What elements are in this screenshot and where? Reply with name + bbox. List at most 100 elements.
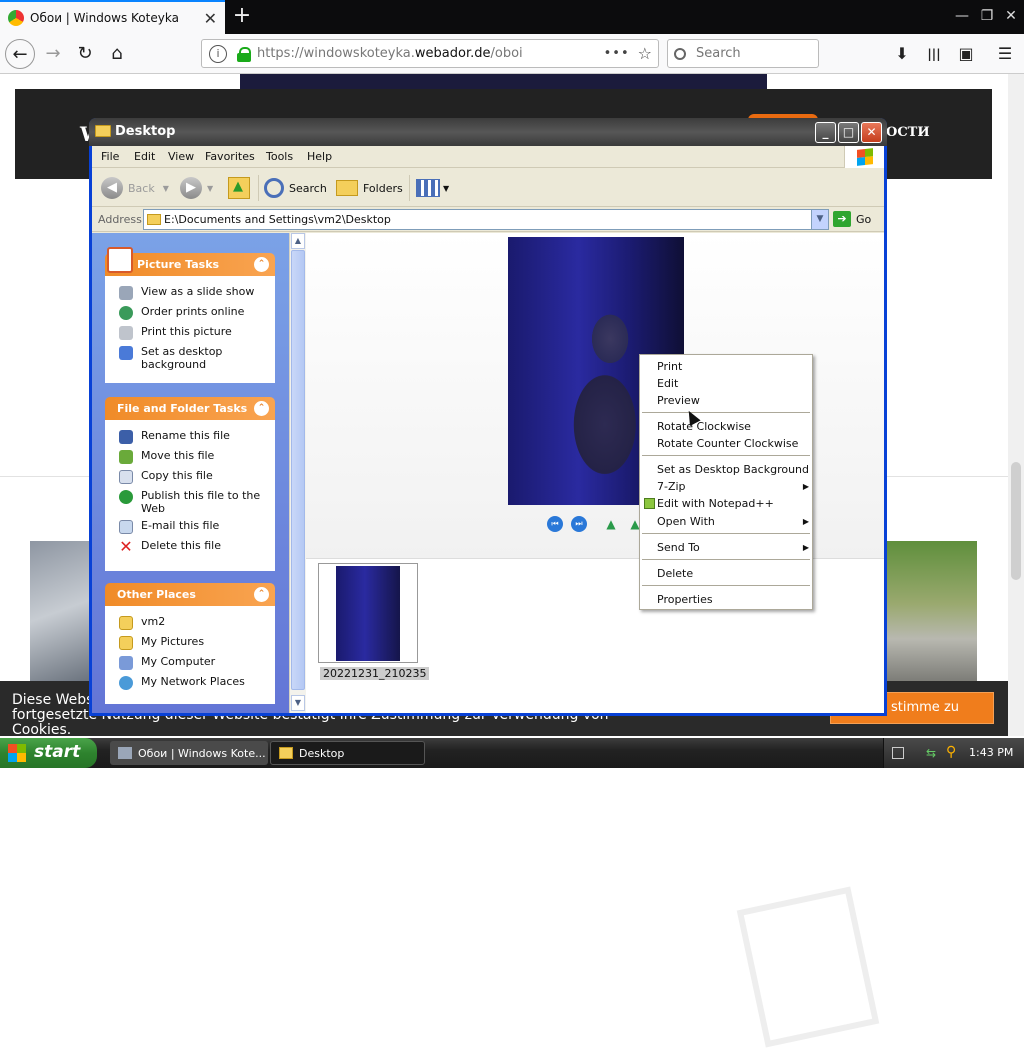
- ctx-separator: [642, 585, 810, 586]
- back-toolbar-button[interactable]: ◀ Back ▼: [101, 175, 169, 201]
- page-scrollbar[interactable]: [1008, 74, 1024, 736]
- site-nav-item[interactable]: ОСТИ: [886, 125, 930, 140]
- other-places-header[interactable]: Other Places ⌃: [105, 583, 275, 606]
- task-email[interactable]: E-mail this file: [106, 517, 274, 537]
- task-order-prints[interactable]: Order prints online: [106, 303, 274, 323]
- ctx-send-to[interactable]: Send To ▶: [657, 539, 809, 556]
- go-button[interactable]: ➔ Go: [833, 211, 871, 227]
- new-tab-button[interactable]: +: [229, 3, 255, 31]
- gallery-image-left[interactable]: [30, 541, 90, 681]
- task-label: Print this picture: [141, 325, 232, 338]
- image-thumbnail[interactable]: [318, 563, 418, 663]
- sidebar-icon[interactable]: ▣: [956, 44, 976, 64]
- collapse-chevron-icon[interactable]: ⌃: [254, 587, 269, 602]
- task-print-picture[interactable]: Print this picture: [106, 323, 274, 343]
- ctx-rotate-clockwise[interactable]: Rotate Clockwise: [657, 418, 807, 435]
- rotate-clockwise-icon[interactable]: ▲: [603, 516, 619, 532]
- ctx-edit[interactable]: Edit: [657, 375, 807, 392]
- next-image-icon[interactable]: ⏭: [571, 516, 587, 532]
- thumbnail-filename[interactable]: 20221231_210235: [320, 667, 430, 680]
- file-folder-tasks-header[interactable]: File and Folder Tasks ⌃: [105, 397, 275, 420]
- task-publish[interactable]: Publish this file to the Web: [106, 487, 274, 517]
- forward-button[interactable]: →: [38, 39, 68, 69]
- hamburger-menu-icon[interactable]: ☰: [995, 44, 1015, 64]
- search-toolbar-button[interactable]: Search: [264, 175, 327, 201]
- ctx-print[interactable]: Print: [657, 358, 807, 375]
- ctx-rotate-counter-clockwise[interactable]: Rotate Counter Clockwise: [657, 435, 807, 452]
- home-button[interactable]: ⌂: [102, 39, 132, 69]
- back-button[interactable]: ←: [5, 39, 35, 69]
- browser-restore-button[interactable]: ❐: [977, 6, 997, 26]
- views-dropdown-icon: ▼: [443, 183, 450, 193]
- picture-tasks-header[interactable]: Picture Tasks ⌃: [105, 247, 275, 276]
- menu-help[interactable]: Help: [307, 150, 332, 163]
- notepadpp-icon: [644, 498, 655, 509]
- address-field[interactable]: E:\Documents and Settings\vm2\Desktop ▼: [143, 209, 829, 230]
- toolbar-separator: [258, 175, 259, 201]
- ctx-7zip[interactable]: 7-Zip ▶: [657, 478, 809, 495]
- download-icon[interactable]: ⬇: [892, 44, 912, 64]
- explorer-maximize-button[interactable]: □: [838, 122, 859, 143]
- library-icon[interactable]: |||: [924, 44, 944, 64]
- address-dropdown-icon[interactable]: ▼: [811, 210, 828, 229]
- search-input[interactable]: [694, 45, 804, 62]
- forward-toolbar-button[interactable]: ▶ ▼: [180, 175, 213, 201]
- menu-favorites[interactable]: Favorites: [205, 150, 255, 163]
- ctx-set-desktop-background[interactable]: Set as Desktop Background: [657, 461, 809, 478]
- reload-button[interactable]: ↻: [70, 39, 100, 69]
- collapse-chevron-icon[interactable]: ⌃: [254, 257, 269, 272]
- ctx-preview[interactable]: Preview: [657, 392, 807, 409]
- url-bar[interactable]: i https://windowskoteyka.webador.de/oboi…: [201, 39, 659, 68]
- place-vm2[interactable]: vm2: [106, 613, 274, 633]
- task-pane-scroll-thumb[interactable]: [291, 250, 305, 690]
- site-info-icon[interactable]: i: [209, 44, 227, 63]
- start-button[interactable]: start: [0, 738, 97, 768]
- menu-edit[interactable]: Edit: [134, 150, 155, 163]
- folders-toolbar-button[interactable]: Folders: [336, 175, 403, 201]
- previous-image-icon[interactable]: ⏮: [547, 516, 563, 532]
- task-rename[interactable]: Rename this file: [106, 427, 274, 447]
- explorer-minimize-button[interactable]: _: [815, 122, 836, 143]
- ctx-edit-notepadpp[interactable]: Edit with Notepad++: [657, 495, 807, 512]
- menu-tools[interactable]: Tools: [266, 150, 293, 163]
- clock[interactable]: 1:43 PM: [969, 746, 1013, 759]
- browser-tab-active[interactable]: Обои | Windows Koteyka ✕: [0, 0, 225, 34]
- place-my-computer[interactable]: My Computer: [106, 653, 274, 673]
- place-my-pictures[interactable]: My Pictures: [106, 633, 274, 653]
- task-pane-scrollbar[interactable]: ▲ ▼: [289, 233, 306, 713]
- file-folder-tasks-body: Rename this file Move this file Copy thi…: [105, 420, 275, 571]
- keyboard-icon[interactable]: [892, 747, 904, 759]
- task-move[interactable]: Move this file: [106, 447, 274, 467]
- folder-icon: [95, 125, 111, 137]
- explorer-title-bar[interactable]: Desktop _ □ ✕: [89, 118, 887, 146]
- bookmark-star-icon[interactable]: ☆: [638, 44, 652, 63]
- ctx-properties[interactable]: Properties: [657, 591, 807, 608]
- explorer-close-button[interactable]: ✕: [861, 122, 882, 143]
- place-my-network[interactable]: My Network Places: [106, 673, 274, 693]
- url-text[interactable]: https://windowskoteyka.webador.de/oboi: [257, 46, 604, 61]
- browser-close-button[interactable]: ✕: [1001, 6, 1021, 26]
- task-view-slideshow[interactable]: View as a slide show: [106, 283, 274, 303]
- scroll-up-icon[interactable]: ▲: [291, 233, 305, 249]
- menu-file[interactable]: File: [101, 150, 119, 163]
- search-bar[interactable]: [667, 39, 819, 68]
- task-delete[interactable]: ✕ Delete this file: [106, 537, 274, 557]
- scroll-down-icon[interactable]: ▼: [291, 695, 305, 711]
- tab-close-icon[interactable]: ✕: [204, 9, 217, 28]
- task-copy[interactable]: Copy this file: [106, 467, 274, 487]
- task-set-background[interactable]: Set as desktop background: [106, 343, 274, 373]
- views-toolbar-button[interactable]: ▼: [416, 175, 449, 201]
- browser-minimize-button[interactable]: —: [952, 6, 972, 26]
- taskbar-firefox-window[interactable]: Обои | Windows Kote...: [110, 741, 268, 765]
- gallery-image-right[interactable]: [883, 541, 977, 681]
- search-tray-icon[interactable]: ⚲: [946, 744, 956, 760]
- network-tray-icon[interactable]: ⇆: [926, 746, 936, 760]
- page-actions-icon[interactable]: •••: [604, 46, 630, 61]
- taskbar-desktop-window[interactable]: Desktop: [270, 741, 425, 765]
- collapse-chevron-icon[interactable]: ⌃: [254, 401, 269, 416]
- menu-view[interactable]: View: [168, 150, 194, 163]
- page-scrollbar-thumb[interactable]: [1011, 462, 1021, 580]
- ctx-delete[interactable]: Delete: [657, 565, 807, 582]
- up-folder-button[interactable]: [228, 175, 250, 201]
- ctx-open-with[interactable]: Open With ▶: [657, 513, 809, 530]
